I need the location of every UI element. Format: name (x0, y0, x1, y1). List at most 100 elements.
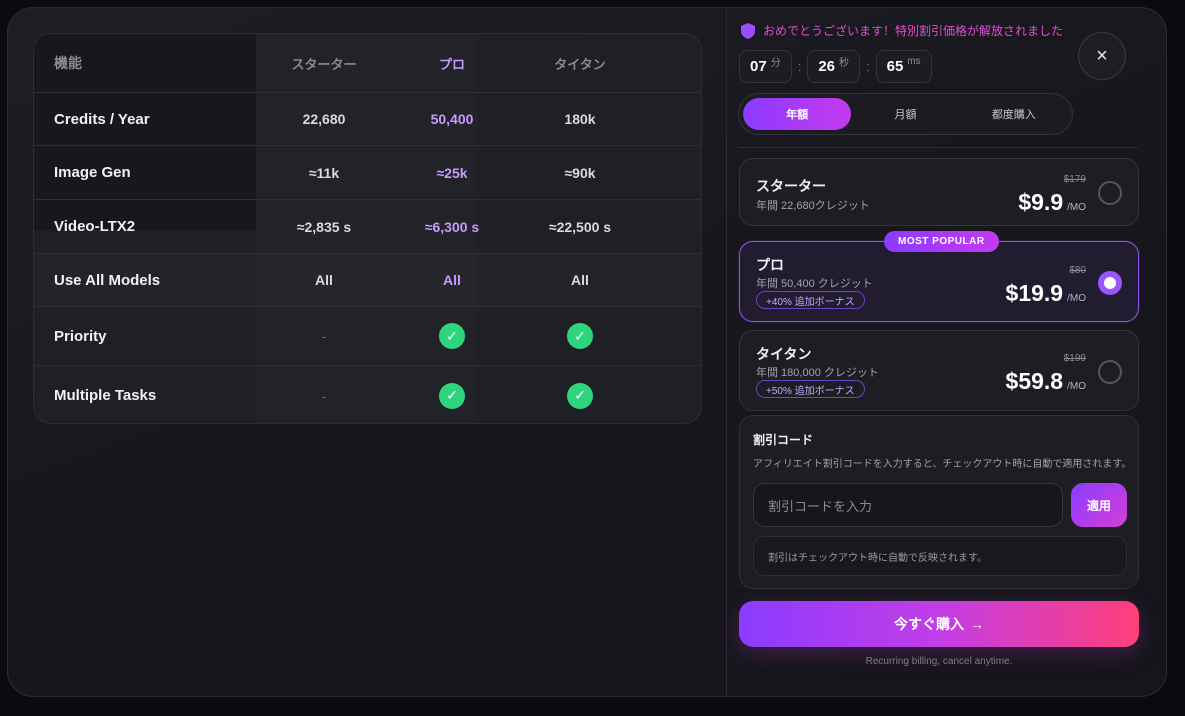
plan-price: $19.9 /MO (1006, 280, 1086, 307)
cell-titan: ✓ (508, 382, 652, 409)
header-plan-titan: タイタン (554, 56, 606, 72)
timer-minutes: 07 分 (739, 50, 792, 83)
timer-value: 26 (818, 58, 835, 75)
buy-now-button[interactable]: 今すぐ購入 → (739, 601, 1139, 647)
timer-seconds: 26 秒 (807, 50, 860, 83)
buy-label: 今すぐ購入 (894, 616, 964, 632)
price-amount: $9.9 (1018, 189, 1064, 215)
cell-pro: ✓ (396, 323, 508, 349)
timer-ms: 65 ms (875, 50, 932, 83)
check-icon: ✓ (439, 323, 465, 349)
section-divider (738, 147, 1138, 148)
cell-starter: ≈11k (308, 164, 340, 181)
cell-pro: ≈25k (436, 164, 468, 181)
header-plan-pro: プロ (438, 56, 465, 72)
plan-radio[interactable] (1098, 181, 1122, 205)
old-price: $179 (1063, 174, 1086, 185)
plan-radio[interactable] (1098, 271, 1122, 295)
plan-radio[interactable] (1098, 360, 1122, 384)
table-row: Image Gen ≈11k ≈25k ≈90k (34, 145, 701, 199)
cell-titan: ✓ (508, 323, 652, 349)
close-button[interactable]: × (1078, 32, 1126, 80)
price-period: /MO (1067, 381, 1086, 392)
cell-starter: All (315, 272, 333, 288)
timer-separator: : (797, 59, 802, 74)
close-icon: × (1096, 44, 1108, 67)
plan-credits: 年間 180,000 クレジット (756, 367, 879, 379)
plan-credits: 年間 22,680クレジット (756, 200, 870, 212)
cell-starter: ≈2,835 s (296, 218, 352, 235)
timer-unit: 秒 (839, 58, 849, 69)
row-label: Video-LTX2 (54, 218, 136, 235)
cell-titan: All (571, 272, 589, 288)
cell-pro: All (443, 272, 461, 288)
plan-credits: 年間 50,400 クレジット (756, 278, 873, 290)
plan-name: スターター (756, 178, 826, 194)
most-popular-badge: MOST POPULAR (884, 231, 999, 252)
coupon-section: 割引コード アフィリエイト割引コードを入力すると、チェックアウト時に自動で適用さ… (739, 415, 1139, 589)
table-header-row: 機能 スターター プロ タイタン (34, 34, 701, 92)
plan-name: タイタン (756, 346, 812, 362)
check-icon: ✓ (567, 382, 593, 409)
timer-separator: : (866, 59, 870, 74)
old-price: $80 (1069, 265, 1086, 276)
cell-pro: 50,400 (430, 111, 474, 127)
arrow-right-icon: → (970, 616, 984, 632)
cell-pro: ≈6,300 s (424, 218, 480, 235)
cell-titan: ≈22,500 s (548, 218, 612, 235)
billing-note: Recurring billing, cancel anytime. (865, 656, 1013, 667)
plan-card-pro[interactable]: プロ 年間 50,400 クレジット +40% 追加ボーナス $80 $19.9… (739, 241, 1139, 322)
table-row: Multiple Tasks - ✓ ✓ (34, 365, 701, 423)
plan-price: $9.9 /MO (1018, 189, 1086, 216)
coupon-note: 割引はチェックアウト時に自動で反映されます。 (753, 536, 1127, 576)
old-price: $199 (1063, 353, 1086, 364)
row-label: Credits / Year (54, 110, 150, 128)
timer-value: 65 (886, 58, 904, 75)
price-period: /MO (1067, 202, 1086, 213)
tab-annual[interactable]: 年額 (743, 98, 852, 130)
countdown-timer: 07 分 : 26 秒 : 65 ms (739, 50, 932, 83)
check-icon: ✓ (439, 382, 465, 409)
shield-icon (741, 22, 755, 39)
price-period: /MO (1067, 293, 1086, 304)
billing-period-tabs: 年額 月額 都度購入 (738, 93, 1073, 135)
bonus-badge: +50% 追加ボーナス (756, 380, 865, 398)
comparison-table: 機能 スターター プロ タイタン Credits / Year 22,680 5… (33, 33, 702, 424)
promo-message: おめでとうございます！特別割引価格が解放されました (763, 24, 1064, 38)
table-row: Priority - ✓ ✓ (34, 306, 701, 365)
row-label: Priority (54, 327, 107, 345)
table-row: Video-LTX2 ≈2,835 s ≈6,300 s ≈22,500 s (34, 199, 701, 253)
timer-unit: ms (907, 56, 921, 67)
bonus-badge: +40% 追加ボーナス (756, 291, 865, 309)
table-row: Use All Models All All All (34, 253, 701, 306)
apply-coupon-button[interactable]: 適用 (1071, 483, 1127, 527)
promo-banner: おめでとうございます！特別割引価格が解放されました (741, 22, 1063, 39)
cell-starter: 22,680 (302, 111, 346, 127)
coupon-title: 割引コード (753, 433, 814, 447)
tab-monthly[interactable]: 月額 (851, 98, 959, 130)
timer-value: 07 (750, 58, 767, 75)
row-label: Multiple Tasks (54, 387, 157, 404)
plan-card-titan[interactable]: タイタン 年間 180,000 クレジット +50% 追加ボーナス $199 $… (739, 330, 1139, 411)
row-label: Use All Models (54, 271, 161, 289)
check-icon: ✓ (567, 323, 593, 349)
cell-titan: 180k (564, 111, 596, 127)
coupon-code-input[interactable]: 割引コードを入力 (753, 483, 1063, 527)
row-label: Image Gen (54, 164, 131, 181)
cell-pro: ✓ (396, 382, 508, 409)
table-row: Credits / Year 22,680 50,400 180k (34, 92, 701, 145)
tab-one-time[interactable]: 都度購入 (960, 98, 1068, 130)
header-feature: 機能 (54, 55, 82, 71)
panel-divider (726, 8, 727, 696)
timer-unit: 分 (770, 58, 781, 69)
header-plan-starter: スターター (291, 56, 357, 72)
plan-price: $59.8 /MO (1006, 368, 1086, 395)
cell-starter: - (321, 328, 327, 344)
price-amount: $59.8 (1005, 368, 1064, 394)
cell-starter: - (321, 387, 327, 404)
price-amount: $19.9 (1005, 280, 1064, 306)
cell-titan: ≈90k (564, 164, 596, 181)
plan-card-starter[interactable]: スターター 年間 22,680クレジット $179 $9.9 /MO (739, 158, 1139, 226)
coupon-description: アフィリエイト割引コードを入力すると、チェックアウト時に自動で適用されます。 (753, 459, 1132, 470)
plan-name: プロ (756, 257, 784, 273)
